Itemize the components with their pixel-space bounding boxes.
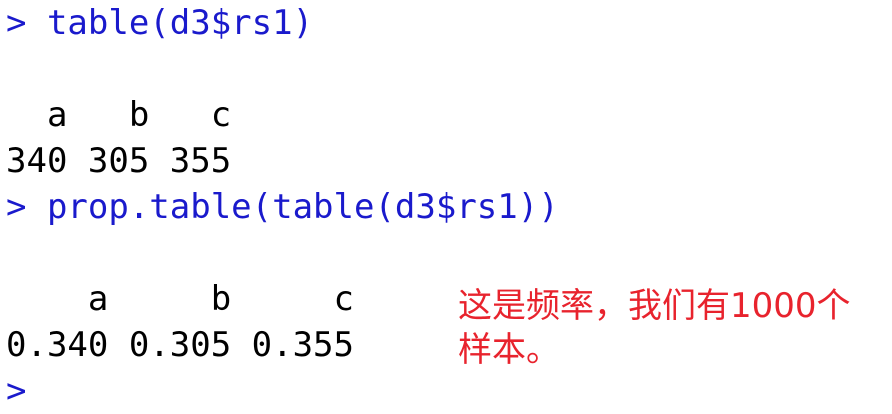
console-output-line: 340 305 355 bbox=[6, 141, 252, 181]
console-output-line: a b c bbox=[6, 95, 252, 135]
console-command-line: > table(d3$rs1) bbox=[6, 3, 314, 43]
console-prompt[interactable]: > bbox=[6, 368, 559, 414]
annotation-note: 这是频率，我们有1000个样本。 bbox=[458, 286, 851, 370]
console-command-line: > prop.table(table(d3$rs1)) bbox=[6, 187, 559, 227]
